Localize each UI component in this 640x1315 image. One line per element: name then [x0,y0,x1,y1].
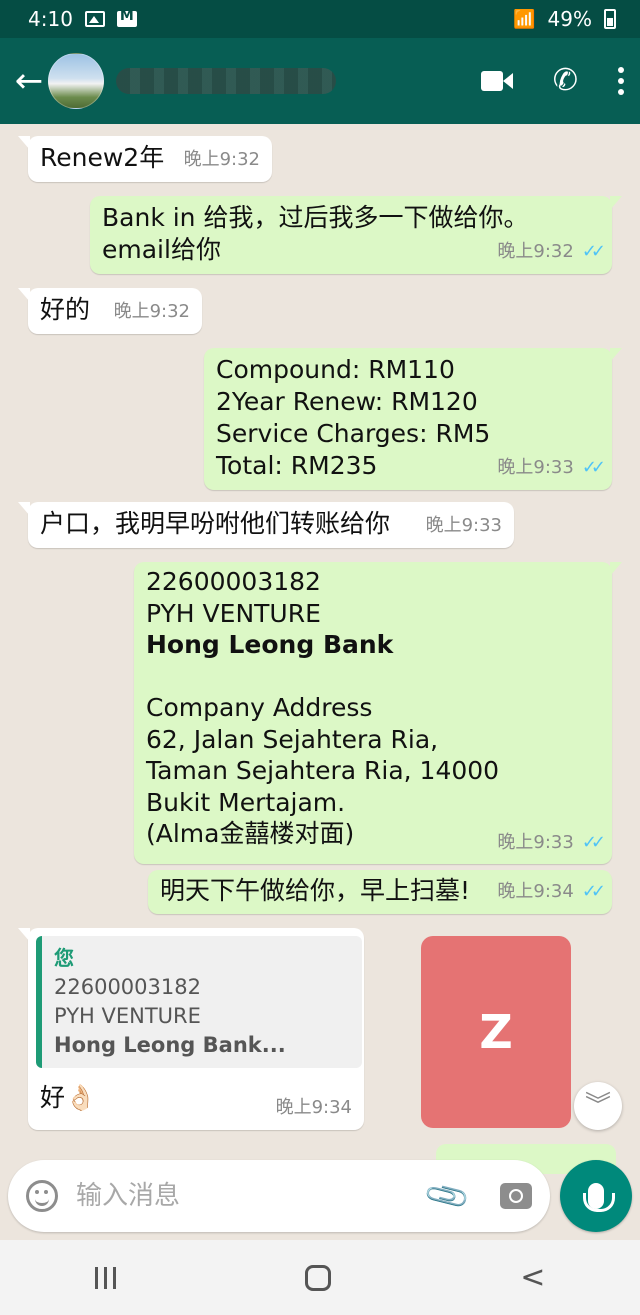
gallery-notification-icon [84,11,105,27]
sticker-image[interactable]: Z [421,936,571,1128]
video-call-icon[interactable] [480,71,513,91]
gmail-notification-icon [116,8,137,27]
wifi-signal-icon: 📶 [513,8,536,30]
more-options-icon[interactable] [618,67,624,95]
scroll-to-bottom-button[interactable]: ︾ [574,1082,622,1130]
read-receipt-icon: ✓✓ [581,457,606,478]
camera-icon[interactable] [500,1183,532,1209]
sticker-label: Z [479,1005,513,1059]
voice-call-icon[interactable]: ✆ [553,66,578,96]
message-input[interactable] [76,1181,429,1211]
status-time: 4:10 [28,7,73,31]
message-time: 晚上9:34 [497,881,574,902]
system-navigation-bar: < [0,1240,640,1315]
message-time: 晚上9:32 [497,241,574,262]
back-arrow-icon[interactable]: ← [10,61,48,101]
message-outgoing[interactable]: 22600003182 PYH VENTURE Hong Leong Bank … [134,562,622,864]
read-receipt-icon: ✓✓ [581,881,606,902]
quoted-author: 您 [54,946,74,970]
message-time: 晚上9:34 [275,1097,352,1118]
message-incoming[interactable]: 户口，我明早吩咐他们转账给你 晚上9:33 [18,502,514,548]
message-incoming-reply[interactable]: 您 22600003182 PYH VENTURE Hong Leong Ban… [18,928,364,1130]
message-text: 好👌🏻 [40,1083,97,1112]
message-incoming[interactable]: Renew2年 晚上9:32 [18,136,272,182]
battery-percent: 49% [547,7,592,31]
recent-apps-icon[interactable] [94,1266,116,1289]
emoji-icon[interactable] [26,1180,58,1212]
quoted-line: 22600003182 [54,975,201,999]
message-time: 晚上9:33 [497,457,574,478]
quoted-line: Hong Leong Bank... [54,1033,286,1057]
message-line: Bukit Mertajam. [146,787,346,817]
message-time: 晚上9:32 [183,149,260,170]
message-line: Company Address [146,693,373,722]
status-bar: 4:10 📶 49% [0,0,640,38]
message-line: Compound: RM110 [216,355,455,384]
message-line: Service Charges: RM5 [216,419,491,448]
chat-header: ← ✆ [0,38,640,124]
message-line: Bank in 给我，过后我多一下做给你。 [102,203,529,232]
chat-area[interactable]: Renew2年 晚上9:32 Bank in 给我，过后我多一下做给你。 ema… [0,124,640,1240]
battery-icon [604,9,616,29]
quoted-message[interactable]: 您 22600003182 PYH VENTURE Hong Leong Ban… [36,936,362,1068]
read-receipt-icon: ✓✓ [581,241,606,262]
message-outgoing[interactable]: Bank in 给我，过后我多一下做给你。 email给你 晚上9:32 ✓✓ [90,196,622,274]
contact-name-redacted[interactable] [116,68,336,94]
voice-record-button[interactable] [560,1160,632,1232]
attachment-paperclip-icon[interactable]: 📎 [422,1171,473,1221]
back-chevron-icon[interactable]: < [520,1260,545,1295]
message-outgoing[interactable]: Compound: RM110 2Year Renew: RM120 Servi… [204,348,622,490]
quoted-line: PYH VENTURE [54,1004,201,1028]
message-time: 晚上9:32 [113,301,190,322]
message-line: 22600003182 [146,567,321,596]
message-incoming[interactable]: 好的 晚上9:32 [18,288,202,334]
message-line: PYH VENTURE [146,598,321,628]
contact-avatar[interactable] [48,53,104,109]
message-line: 2Year Renew: RM120 [216,387,478,416]
message-time: 晚上9:33 [497,831,574,853]
message-line [146,661,600,693]
message-outgoing[interactable]: 明天下午做给你，早上扫墓! 晚上9:34 ✓✓ [148,870,612,914]
message-line: 62, Jalan Sejahtera Ria, [146,724,439,754]
home-icon[interactable] [304,1264,331,1291]
double-chevron-down-icon: ︾ [584,1091,611,1121]
message-line: Hong Leong Bank [146,630,394,659]
microphone-icon [583,1183,615,1212]
message-composer: 📎 [8,1160,550,1232]
message-time: 晚上9:33 [425,515,502,536]
message-line: Taman Sejahtera Ria, 14000 [146,756,500,785]
read-receipt-icon: ✓✓ [581,831,606,853]
